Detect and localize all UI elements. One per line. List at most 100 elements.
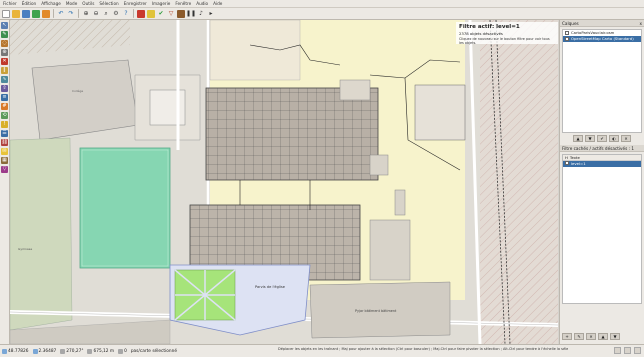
add-filter-button[interactable]: + bbox=[562, 333, 572, 340]
lasso-tool-icon[interactable]: ◌ bbox=[1, 40, 8, 47]
delete-layer-button[interactable]: ✕ bbox=[621, 135, 631, 142]
angle-icon bbox=[118, 348, 124, 354]
menu-item-mode[interactable]: Mode bbox=[66, 1, 77, 6]
improve-way-icon[interactable]: ∿ bbox=[1, 76, 8, 83]
preferences-icon[interactable]: ⚙ bbox=[112, 10, 120, 18]
zoom-out-icon[interactable]: ⊖ bbox=[92, 10, 100, 18]
search-icon[interactable]: ⌕ bbox=[102, 10, 110, 18]
status-bar: 48.77826 2.36487 270,27° 675,12 m 0 pas/… bbox=[0, 344, 644, 357]
filter-notification-hint: Cliquez de nouveau sur le bouton filtre … bbox=[459, 37, 550, 45]
download-icon[interactable] bbox=[32, 9, 40, 18]
menu-bar: Fichier Édition Affichage Mode Outils Sé… bbox=[0, 0, 644, 8]
layer-name: OpenStreetMap Carto (Standard) bbox=[571, 36, 634, 41]
filter-col-text[interactable]: Texte bbox=[568, 155, 580, 160]
redo-icon[interactable]: ↷ bbox=[67, 10, 75, 18]
zoom-tool-icon[interactable]: ⊕ bbox=[1, 49, 8, 56]
latitude-icon bbox=[2, 348, 7, 354]
new-file-icon[interactable] bbox=[2, 9, 10, 18]
filter-panel: Filtre cachés / actifs désactivés : 1 H … bbox=[560, 145, 644, 340]
open-file-icon[interactable] bbox=[12, 9, 20, 18]
warning-tool-icon[interactable]: ! bbox=[1, 121, 8, 128]
map-canvas[interactable]: Collège Gymnase Parvis de l'église Pyjar… bbox=[10, 20, 558, 344]
maximize-icon[interactable] bbox=[634, 347, 641, 354]
toolbar-separator bbox=[133, 9, 134, 18]
show-hide-button[interactable]: ◐ bbox=[609, 135, 619, 142]
svg-text:Gymnase: Gymnase bbox=[18, 247, 32, 251]
draw-tool-icon[interactable]: ✎ bbox=[1, 31, 8, 38]
edit-filter-button[interactable]: ✎ bbox=[574, 333, 584, 340]
history-tool-icon[interactable]: ⟲ bbox=[1, 112, 8, 119]
parallel-tool-icon[interactable]: ∥ bbox=[1, 67, 8, 74]
layers-list[interactable]: CartoParisVauclair.osm OpenStreetMap Car… bbox=[562, 29, 642, 133]
upload-icon[interactable] bbox=[42, 9, 50, 18]
filter-icon[interactable]: ▽ bbox=[167, 10, 175, 18]
filter-buttons: + ✎ ✕ ▲ ▼ bbox=[562, 333, 620, 340]
delete-tool-icon[interactable]: ✕ bbox=[1, 58, 8, 65]
help-icon[interactable]: ? bbox=[122, 10, 130, 18]
menu-item-view[interactable]: Affichage bbox=[41, 1, 61, 6]
filter-panel-header: Filtre cachés / actifs désactivés : 1 bbox=[560, 145, 644, 152]
relation-icon[interactable] bbox=[137, 9, 145, 18]
forward-icon[interactable]: ▸ bbox=[207, 10, 215, 18]
tag-icon[interactable] bbox=[147, 9, 155, 18]
map-paint-icon[interactable]: ▦ bbox=[1, 157, 8, 164]
menu-item-save[interactable]: Enregistrer bbox=[124, 1, 147, 6]
move-up-button[interactable]: ▲ bbox=[573, 135, 583, 142]
longitude-icon bbox=[32, 348, 38, 354]
status-selection-value: pas/carte sélectionné bbox=[130, 348, 177, 354]
status-right-buttons bbox=[614, 347, 641, 354]
building-icon[interactable] bbox=[177, 9, 185, 18]
delete-filter-button[interactable]: ✕ bbox=[586, 333, 596, 340]
filter-row-text: level=1 bbox=[571, 161, 586, 166]
filter-panel-title: Filtre cachés / actifs désactivés : 1 bbox=[562, 146, 634, 151]
filter-table[interactable]: H Texte level=1 bbox=[562, 154, 642, 304]
activate-layer-button[interactable]: ✔ bbox=[597, 135, 607, 142]
relation-tool-icon[interactable]: ⛓ bbox=[1, 139, 8, 146]
heading-icon bbox=[60, 348, 66, 354]
select-tool-icon[interactable]: ↖ bbox=[1, 22, 8, 29]
move-down-button[interactable]: ▼ bbox=[585, 135, 595, 142]
menu-item-window[interactable]: Fenêtre bbox=[175, 1, 191, 6]
distance-icon bbox=[87, 348, 93, 354]
note-tool-icon[interactable]: ✉ bbox=[1, 148, 8, 155]
tag-tool-icon[interactable]: # bbox=[1, 103, 8, 110]
audio-icon[interactable]: ♪ bbox=[197, 10, 205, 18]
menu-item-audio[interactable]: Audio bbox=[196, 1, 208, 6]
extrude-tool-icon[interactable]: ⇧ bbox=[1, 85, 8, 92]
validate-icon[interactable]: ✔ bbox=[157, 10, 165, 18]
menu-item-edit[interactable]: Édition bbox=[22, 1, 37, 6]
close-icon[interactable]: x bbox=[640, 20, 642, 27]
menu-item-file[interactable]: Fichier bbox=[3, 1, 17, 6]
layer-row[interactable]: OpenStreetMap Carto (Standard) bbox=[563, 36, 641, 42]
menu-item-tools[interactable]: Outils bbox=[82, 1, 94, 6]
menu-item-help[interactable]: Aide bbox=[213, 1, 222, 6]
undo-icon[interactable]: ↶ bbox=[57, 10, 65, 18]
map-label-building: Pyjar bâtiment bâtiment bbox=[355, 309, 397, 313]
map-view[interactable]: Collège Gymnase Parvis de l'église Pyjar… bbox=[10, 20, 558, 344]
pause-icon[interactable]: ❚❚ bbox=[186, 10, 196, 18]
status-lon: 2.36487 bbox=[32, 348, 56, 354]
toolbar-separator bbox=[53, 9, 54, 18]
filter-tool-icon[interactable]: ▽ bbox=[1, 166, 8, 173]
edit-mode-toolbar: ↖ ✎ ◌ ⊕ ✕ ∥ ∿ ⇧ ≡ # ⟲ ! ☰ ⛓ ✉ ▦ ▽ bbox=[0, 20, 10, 344]
filter-notification: Filtre actif: level=1 2378 objets désact… bbox=[456, 22, 558, 45]
layer-visibility-checkbox[interactable] bbox=[565, 31, 569, 35]
selection-list-icon[interactable]: ☰ bbox=[1, 130, 8, 137]
filter-enabled-checkbox[interactable] bbox=[565, 161, 569, 165]
layer-tool-icon[interactable]: ≡ bbox=[1, 94, 8, 101]
layer-visibility-checkbox[interactable] bbox=[565, 37, 569, 41]
zoom-in-icon[interactable]: ⊕ bbox=[82, 10, 90, 18]
status-lat-value: 48.77826 bbox=[8, 348, 29, 354]
josm-window: Fichier Édition Affichage Mode Outils Sé… bbox=[0, 0, 644, 357]
right-side-panel: Calques x CartoParisVauclair.osm OpenStr… bbox=[559, 20, 644, 344]
filter-down-button[interactable]: ▼ bbox=[610, 333, 620, 340]
add-icon[interactable] bbox=[614, 347, 621, 354]
filter-up-button[interactable]: ▲ bbox=[598, 333, 608, 340]
layers-panel-title: Calques bbox=[562, 21, 579, 26]
save-icon[interactable] bbox=[22, 9, 30, 18]
gear-icon[interactable] bbox=[624, 347, 631, 354]
menu-item-imagery[interactable]: Imagerie bbox=[152, 1, 171, 6]
filter-row[interactable]: level=1 bbox=[563, 161, 641, 167]
menu-item-selection[interactable]: Sélection bbox=[99, 1, 118, 6]
status-heading-value: 270,27° bbox=[66, 348, 84, 354]
